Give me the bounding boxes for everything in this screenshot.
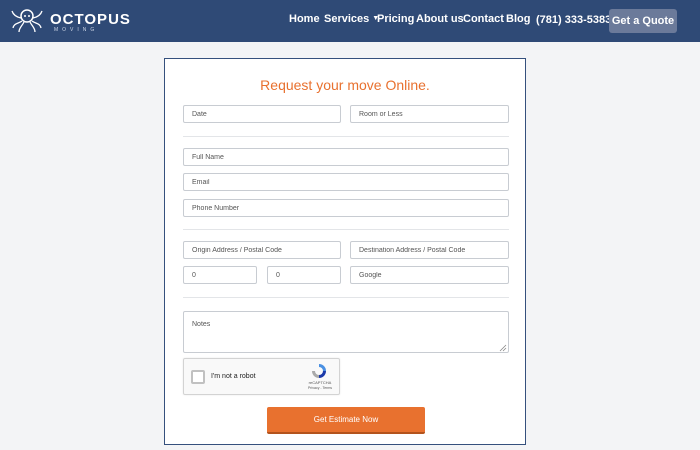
brand-logo[interactable]: OCTOPUS MOVING	[10, 6, 130, 36]
date-input[interactable]	[183, 105, 341, 123]
nav-link-home[interactable]: Home	[289, 13, 320, 25]
full-name-input[interactable]	[183, 148, 509, 166]
destination-count-input[interactable]	[267, 266, 341, 284]
recaptcha-icon	[312, 364, 326, 378]
resize-grip-icon[interactable]	[499, 344, 507, 352]
recaptcha-checkbox[interactable]	[191, 370, 205, 384]
nav-link-contact[interactable]: Contact	[463, 13, 504, 25]
form-divider	[183, 136, 509, 137]
nav-link-about[interactable]: About us	[416, 13, 464, 25]
form-divider	[183, 229, 509, 230]
recaptcha-brand: reCAPTCHA	[308, 380, 332, 385]
email-input[interactable]	[183, 173, 509, 191]
brand-name: OCTOPUS	[50, 11, 131, 28]
top-navigation-bar: OCTOPUS MOVING Home Services ▼ Pricing Ab…	[0, 0, 700, 42]
phone-number-input[interactable]	[183, 199, 509, 217]
nav-link-blog[interactable]: Blog	[506, 13, 530, 25]
recaptcha-terms-link[interactable]: Privacy - Terms	[303, 386, 337, 390]
nav-link-services[interactable]: Services ▼	[324, 13, 379, 25]
recaptcha-label: I'm not a robot	[211, 373, 256, 380]
origin-address-input[interactable]	[183, 241, 341, 259]
form-divider	[183, 297, 509, 298]
octopus-logo-icon	[11, 9, 43, 33]
move-request-form: Request your move Online. I'm not a robo…	[164, 58, 526, 445]
get-estimate-button[interactable]: Get Estimate Now	[267, 407, 425, 434]
nav-link-pricing[interactable]: Pricing	[377, 13, 414, 25]
destination-address-input[interactable]	[350, 241, 509, 259]
brand-tagline: MOVING	[54, 27, 99, 33]
referral-source-select[interactable]	[350, 266, 509, 284]
origin-count-input[interactable]	[183, 266, 257, 284]
move-size-select[interactable]	[350, 105, 509, 123]
phone-number-link[interactable]: (781) 333-5383	[536, 14, 611, 26]
notes-textarea[interactable]	[183, 311, 509, 353]
recaptcha-widget: I'm not a robot reCAPTCHA Privacy - Term…	[183, 358, 340, 395]
nav-link-services-label: Services	[324, 13, 370, 25]
form-title: Request your move Online.	[260, 77, 430, 93]
get-a-quote-button[interactable]: Get a Quote	[609, 9, 677, 33]
